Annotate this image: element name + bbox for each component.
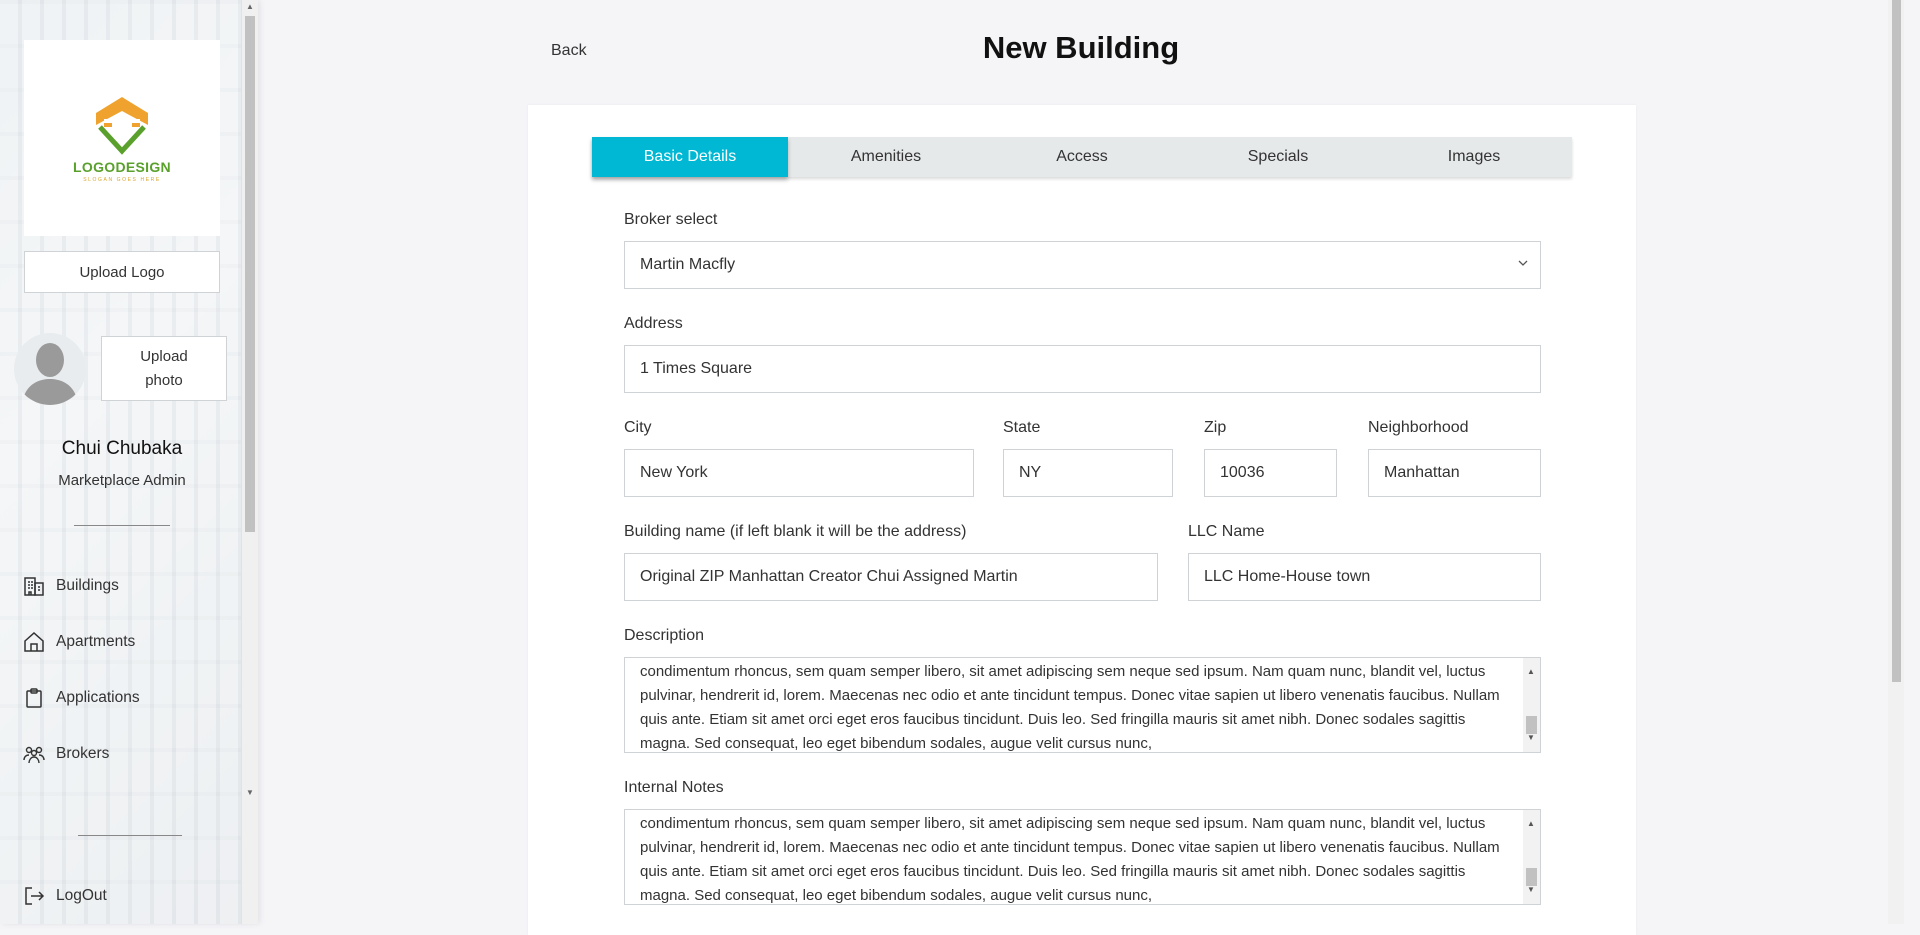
zip-field[interactable]: 10036 <box>1204 449 1337 497</box>
address-field[interactable]: 1 Times Square <box>624 345 1541 393</box>
state-label: State <box>1003 419 1041 436</box>
zip-label: Zip <box>1204 419 1227 436</box>
scroll-down-icon[interactable]: ▼ <box>1527 878 1535 902</box>
house-logo-icon <box>96 97 148 155</box>
people-icon <box>23 746 45 764</box>
description-textarea[interactable]: condimentum rhoncus, sem quam semper lib… <box>624 657 1541 753</box>
logout-label: LogOut <box>56 887 107 904</box>
neighborhood-label: Neighborhood <box>1368 419 1469 436</box>
internal-notes-text: condimentum rhoncus, sem quam semper lib… <box>640 815 1500 904</box>
scroll-up-icon[interactable]: ▲ <box>1527 660 1535 684</box>
internal-notes-scrollbar[interactable]: ▲ ▼ <box>1523 810 1540 904</box>
sidebar-scroll-thumb[interactable] <box>245 16 255 532</box>
tab-bar: Basic Details Amenities Access Specials … <box>592 137 1572 177</box>
chevron-down-icon <box>1518 260 1528 266</box>
tab-basic-details[interactable]: Basic Details <box>592 137 788 177</box>
building-name-label: Building name (if left blank it will be … <box>624 523 967 540</box>
scroll-down-icon[interactable]: ▼ <box>246 788 254 797</box>
broker-select-value: Martin Macfly <box>640 256 736 273</box>
nav-label-apartments: Apartments <box>56 633 136 650</box>
building-name-field[interactable]: Original ZIP Manhattan Creator Chui Assi… <box>624 553 1158 601</box>
description-scrollbar[interactable]: ▲ ▼ <box>1523 658 1540 752</box>
logo-text: LOGODESIGN <box>73 159 171 175</box>
sidebar-divider <box>74 525 170 526</box>
page-title: New Building <box>982 30 1180 65</box>
nav-item-apartments[interactable]: Apartments <box>22 630 135 654</box>
user-name: Chui Chubaka <box>61 438 183 459</box>
tab-access[interactable]: Access <box>984 137 1180 177</box>
tab-amenities[interactable]: Amenities <box>788 137 984 177</box>
avatar <box>14 333 86 405</box>
description-label: Description <box>624 627 705 644</box>
scroll-up-icon[interactable]: ▲ <box>246 2 254 11</box>
sidebar-scrollbar[interactable]: ▲ ▼ <box>241 0 258 924</box>
upload-logo-button[interactable]: Upload Logo <box>24 251 220 293</box>
main-content: Back New Building Basic Details Amenitie… <box>258 0 1904 935</box>
sidebar-divider-bottom <box>78 835 182 836</box>
nav-label-buildings: Buildings <box>56 577 119 594</box>
logout-button[interactable]: LogOut <box>22 884 107 908</box>
neighborhood-field[interactable]: Manhattan <box>1368 449 1541 497</box>
address-label: Address <box>624 315 683 332</box>
internal-notes-textarea[interactable]: condimentum rhoncus, sem quam semper lib… <box>624 809 1541 905</box>
scroll-down-icon[interactable]: ▼ <box>1527 726 1535 750</box>
city-label: City <box>624 419 652 436</box>
page-scroll-thumb[interactable] <box>1892 0 1901 682</box>
nav-label-brokers: Brokers <box>56 745 110 762</box>
sidebar: LOGODESIGN SLOGAN GOES HERE Upload Logo … <box>0 0 258 924</box>
nav-item-brokers[interactable]: Brokers <box>22 742 109 766</box>
internal-notes-label: Internal Notes <box>624 779 724 796</box>
nav-item-applications[interactable]: Applications <box>22 686 140 710</box>
tab-images[interactable]: Images <box>1376 137 1572 177</box>
broker-select-label: Broker select <box>624 211 718 228</box>
home-icon <box>24 631 44 652</box>
user-silhouette-icon <box>14 333 86 405</box>
logout-icon <box>25 887 45 905</box>
nav-item-buildings[interactable]: Buildings <box>22 574 119 598</box>
tab-specials[interactable]: Specials <box>1180 137 1376 177</box>
broker-select[interactable]: Martin Macfly <box>624 241 1541 289</box>
clipboard-icon <box>26 688 42 708</box>
page-scrollbar[interactable] <box>1888 0 1904 924</box>
scroll-up-icon[interactable]: ▲ <box>1527 812 1535 836</box>
company-logo: LOGODESIGN SLOGAN GOES HERE <box>24 40 220 236</box>
nav-label-applications: Applications <box>56 689 140 706</box>
building-icon <box>24 577 44 596</box>
city-field[interactable]: New York <box>624 449 974 497</box>
form-card: Basic Details Amenities Access Specials … <box>528 105 1636 935</box>
llc-name-label: LLC Name <box>1188 523 1265 540</box>
upload-photo-button[interactable]: Upload photo <box>101 336 227 401</box>
user-role: Marketplace Admin <box>58 472 186 489</box>
description-text: condimentum rhoncus, sem quam semper lib… <box>640 663 1500 752</box>
logo-slogan: SLOGAN GOES HERE <box>83 177 161 183</box>
llc-name-field[interactable]: LLC Home-House town <box>1188 553 1541 601</box>
state-field[interactable]: NY <box>1003 449 1173 497</box>
